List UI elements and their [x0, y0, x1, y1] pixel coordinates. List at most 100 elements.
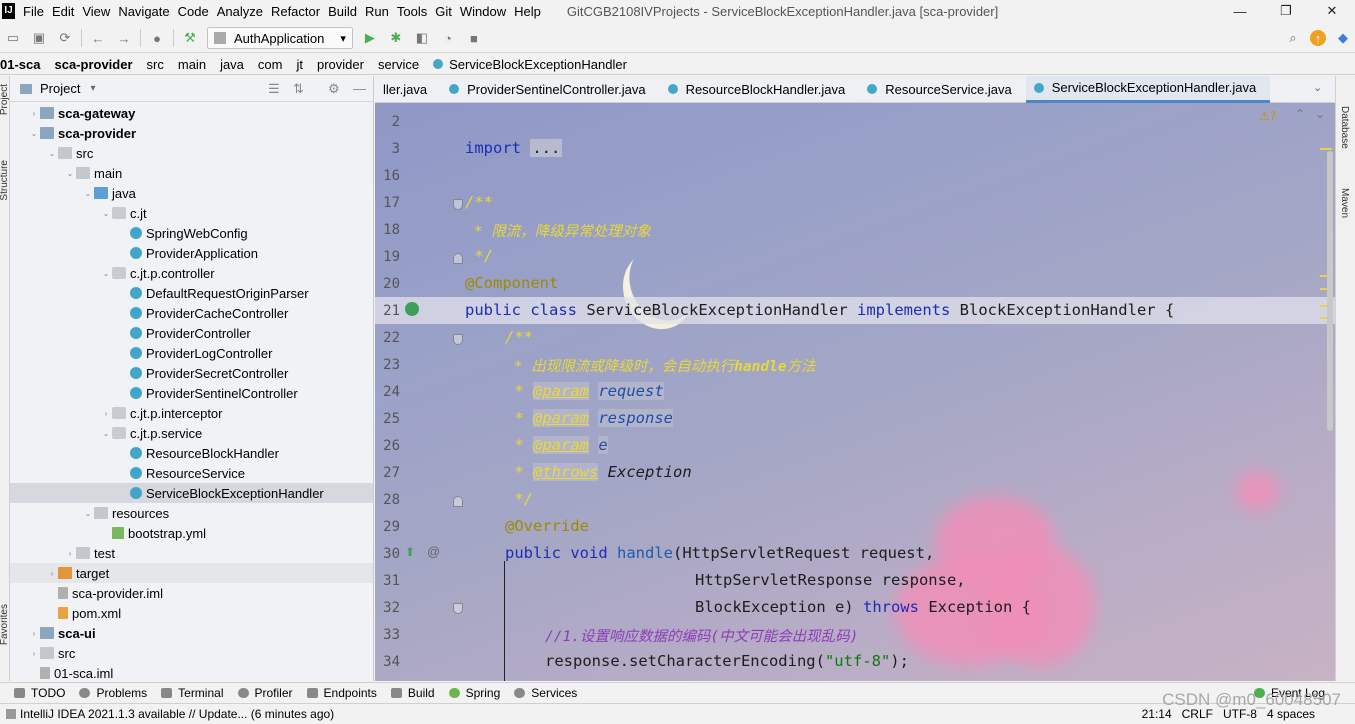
tab-resource-block-handler[interactable]: ResourceBlockHandler.java: [660, 76, 860, 103]
tab-service-block-exception-handler[interactable]: ServiceBlockExceptionHandler.java: [1025, 76, 1271, 103]
breadcrumb-item[interactable]: 01-sca: [0, 57, 40, 72]
tree-expand-arrow-icon[interactable]: ⌄: [64, 169, 76, 178]
project-tool-tab[interactable]: Project: [0, 84, 10, 115]
breadcrumb-item[interactable]: sca-provider: [54, 57, 132, 72]
services-tool-button[interactable]: Services: [514, 686, 577, 700]
update-icon[interactable]: ↑: [1310, 30, 1326, 46]
maven-tool-tab[interactable]: Maven: [1339, 188, 1350, 218]
breadcrumb-item[interactable]: ServiceBlockExceptionHandler: [433, 57, 627, 72]
build-tool-button[interactable]: Build: [390, 686, 435, 700]
code-line-18[interactable]: * 限流，降级异常处理对象: [465, 220, 651, 241]
tree-node[interactable]: 01-sca.iml: [10, 663, 373, 681]
forward-arrow-icon[interactable]: →: [116, 30, 132, 46]
tree-expand-arrow-icon[interactable]: ⌄: [82, 189, 94, 198]
code-line-32[interactable]: BlockException e) throws Exception {: [695, 598, 1031, 616]
tree-expand-arrow-icon[interactable]: ⌄: [28, 129, 40, 138]
tree-node[interactable]: ServiceBlockExceptionHandler: [10, 483, 373, 503]
tree-node[interactable]: › sca-ui: [10, 623, 373, 643]
code-line-21[interactable]: public class ServiceBlockExceptionHandle…: [465, 301, 1174, 319]
tab-controller[interactable]: ller.java: [375, 76, 441, 103]
menu-code[interactable]: Code: [178, 4, 209, 19]
todo-tool-button[interactable]: TODO: [14, 686, 65, 700]
coverage-icon[interactable]: ◧: [414, 30, 430, 46]
code-line-23[interactable]: * 出现限流或降级时，会自动执行handle方法: [505, 355, 816, 376]
status-message[interactable]: IntelliJ IDEA 2021.1.3 available // Upda…: [20, 707, 334, 721]
fold-marker-icon[interactable]: [453, 253, 463, 264]
tree-expand-arrow-icon[interactable]: ›: [46, 569, 58, 578]
menu-navigate[interactable]: Navigate: [118, 4, 169, 19]
code-line-34[interactable]: response.setCharacterEncoding("utf-8");: [545, 652, 909, 670]
tree-node[interactable]: ResourceService: [10, 463, 373, 483]
back-arrow-icon[interactable]: ←: [90, 30, 106, 46]
code-line-31[interactable]: HttpServletResponse response,: [695, 571, 966, 589]
spring-bean-icon[interactable]: [405, 302, 419, 316]
tree-expand-arrow-icon[interactable]: ›: [28, 649, 40, 658]
gear-icon[interactable]: ⚙: [328, 81, 340, 97]
tree-expand-arrow-icon[interactable]: ⌄: [82, 509, 94, 518]
code-line-20[interactable]: @Component: [465, 274, 558, 292]
tree-expand-arrow-icon[interactable]: ⌄: [100, 269, 112, 278]
toolbox-icon[interactable]: ◆: [1335, 30, 1351, 46]
tree-expand-arrow-icon[interactable]: ⌄: [100, 429, 112, 438]
breadcrumb-item[interactable]: jt: [296, 57, 303, 72]
code-line-29[interactable]: @Override: [505, 517, 589, 535]
tree-node[interactable]: ProviderApplication: [10, 243, 373, 263]
tree-expand-arrow-icon[interactable]: ›: [28, 109, 40, 118]
run-icon[interactable]: ▶: [362, 30, 378, 46]
menu-tools[interactable]: Tools: [397, 4, 427, 19]
menu-analyze[interactable]: Analyze: [217, 4, 263, 19]
debug-icon[interactable]: ✱: [388, 30, 404, 46]
problems-tool-button[interactable]: Problems: [79, 686, 147, 700]
run-config-dropdown[interactable]: AuthApplication ▾: [207, 27, 353, 49]
breadcrumb-item[interactable]: provider: [317, 57, 364, 72]
tree-expand-arrow-icon[interactable]: ›: [64, 549, 76, 558]
menu-run[interactable]: Run: [365, 4, 389, 19]
breadcrumb-item[interactable]: service: [378, 57, 419, 72]
user-icon[interactable]: ●: [149, 30, 165, 46]
vertical-scrollbar[interactable]: [1327, 151, 1333, 431]
code-line-27[interactable]: * @throws Exception: [505, 463, 692, 481]
tree-node[interactable]: ProviderSentinelController: [10, 383, 373, 403]
status-indicator-icon[interactable]: [6, 708, 16, 719]
database-tool-tab[interactable]: Database: [1339, 106, 1350, 149]
tree-node[interactable]: ⌄ java: [10, 183, 373, 203]
terminal-tool-button[interactable]: Terminal: [161, 686, 224, 700]
breadcrumb-item[interactable]: src: [147, 57, 164, 72]
tree-node[interactable]: › c.jt.p.interceptor: [10, 403, 373, 423]
fold-marker-icon[interactable]: [453, 199, 463, 210]
code-line-17[interactable]: /**: [465, 193, 493, 211]
favorites-tool-tab[interactable]: Favorites: [0, 604, 10, 645]
menu-edit[interactable]: Edit: [52, 4, 74, 19]
tree-node[interactable]: ⌄ main: [10, 163, 373, 183]
tree-node[interactable]: ⌄ c.jt: [10, 203, 373, 223]
code-line-25[interactable]: * @param response: [505, 409, 673, 427]
tree-node[interactable]: ⌄ c.jt.p.service: [10, 423, 373, 443]
maximize-button[interactable]: ❐: [1263, 0, 1309, 22]
spring-tool-button[interactable]: Spring: [448, 686, 500, 700]
tree-node[interactable]: › test: [10, 543, 373, 563]
tree-expand-arrow-icon[interactable]: ⌄: [100, 209, 112, 218]
menu-refactor[interactable]: Refactor: [271, 4, 320, 19]
menu-file[interactable]: File: [23, 4, 44, 19]
tree-expand-arrow-icon[interactable]: ›: [28, 629, 40, 638]
tree-node[interactable]: › src: [10, 643, 373, 663]
tree-node[interactable]: DefaultRequestOriginParser: [10, 283, 373, 303]
menu-git[interactable]: Git: [435, 4, 452, 19]
tree-node[interactable]: ⌄ c.jt.p.controller: [10, 263, 373, 283]
save-all-icon[interactable]: ▣: [31, 30, 47, 46]
profiler-tool-button[interactable]: Profiler: [237, 686, 293, 700]
code-line-33[interactable]: //1.设置响应数据的编码(中文可能会出现乱码): [545, 625, 858, 646]
tree-node[interactable]: ⌄ resources: [10, 503, 373, 523]
tab-provider-sentinel-controller[interactable]: ProviderSentinelController.java: [441, 76, 659, 103]
chevron-down-icon[interactable]: ▾: [90, 83, 95, 94]
tree-node[interactable]: SpringWebConfig: [10, 223, 373, 243]
profile-icon[interactable]: ◔: [440, 30, 456, 46]
tree-node[interactable]: › target: [10, 563, 373, 583]
breadcrumb-item[interactable]: com: [258, 57, 283, 72]
tree-node[interactable]: bootstrap.yml: [10, 523, 373, 543]
tree-node[interactable]: ⌄ src: [10, 143, 373, 163]
search-icon[interactable]: ⌕: [1285, 30, 1301, 46]
chevron-up-icon[interactable]: ⌃: [1295, 107, 1305, 121]
code-line-28[interactable]: */: [505, 490, 533, 508]
tab-resource-service[interactable]: ResourceService.java: [859, 76, 1025, 103]
